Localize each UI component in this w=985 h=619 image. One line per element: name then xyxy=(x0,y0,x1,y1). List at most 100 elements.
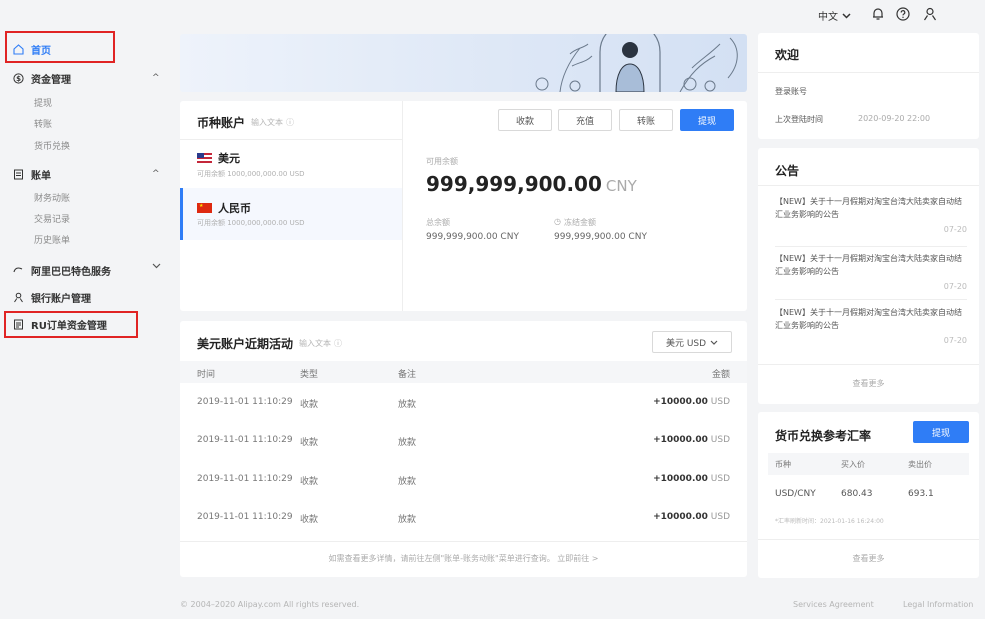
announcement-date: 07-20 xyxy=(943,282,967,291)
account-name: 人民币 xyxy=(218,202,251,215)
footer-copyright: © 2004–2020 Alipay.com All rights reserv… xyxy=(180,600,360,609)
chevron-up-icon[interactable]: ^ xyxy=(152,169,160,179)
sidebar-subitem-transfer[interactable]: 转账 xyxy=(34,117,52,130)
table-row[interactable]: 2019-11-01 11:10:29 收款 放款 +10000.00 USD xyxy=(180,429,747,455)
currency-account-title: 币种账户 xyxy=(197,116,246,130)
frozen-amount-label: 冻结金额 xyxy=(563,218,596,227)
table-row[interactable]: 2019-11-01 11:10:29 收款 放款 +10000.00 USD xyxy=(180,506,747,532)
row-time: 2019-11-01 11:10:29 xyxy=(197,512,293,522)
announcements-more-link[interactable]: 查看更多 xyxy=(758,378,979,389)
row-note: 放款 xyxy=(398,400,417,410)
clock-icon: ◷ xyxy=(554,217,561,226)
sidebar-item-label: 资金管理 xyxy=(31,75,71,86)
footer-legal-link[interactable]: Legal Information xyxy=(903,600,973,609)
sidebar-item-alibaba[interactable]: 阿里巴巴特色服务 xyxy=(12,263,111,278)
welcome-card: 欢迎 登录账号 上次登陆时间 2020-09-20 22:00 xyxy=(758,33,979,139)
user-icon[interactable] xyxy=(921,5,939,23)
announcement-date: 07-20 xyxy=(943,336,967,345)
bell-icon[interactable] xyxy=(869,5,887,23)
withdraw-button[interactable]: 提现 xyxy=(680,109,734,131)
announcements-title: 公告 xyxy=(775,164,800,178)
card-header: 币种账户 输入文本 ⓘ xyxy=(197,114,294,131)
available-currency: CNY xyxy=(605,177,637,195)
announcement-text: 【NEW】关于十一月假期对淘宝台湾大陆卖家自动结汇业务影响的公告 xyxy=(775,197,962,219)
currency-account-card: 币种账户 输入文本 ⓘ 美元 可用余额 1000,000,000.00 USD … xyxy=(180,101,747,311)
announcement-item[interactable]: 【NEW】关于十一月假期对淘宝台湾大陆卖家自动结汇业务影响的公告 07-20 xyxy=(775,195,967,234)
exchange-more-link[interactable]: 查看更多 xyxy=(758,553,979,564)
table-header: 时间 类型 备注 金额 xyxy=(180,361,747,383)
chevron-up-icon[interactable]: ^ xyxy=(152,73,160,83)
exchange-rate-card: 货币兑换参考汇率 提现 币种 买入价 卖出价 USD/CNY 680.43 69… xyxy=(758,412,979,578)
announcement-text: 【NEW】关于十一月假期对淘宝台湾大陆卖家自动结汇业务影响的公告 xyxy=(775,308,962,330)
money-icon: $ xyxy=(12,73,24,85)
row-amount: +10000.00 USD xyxy=(653,474,730,484)
chevron-down-icon xyxy=(710,340,718,345)
document-icon xyxy=(12,319,24,331)
exchange-update-time: *汇率刷新时间：2021-01-16 16:24:00 xyxy=(775,518,884,525)
currency-account-hint: 输入文本 xyxy=(251,118,284,127)
sidebar-subitem-exchange[interactable]: 货币兑换 xyxy=(34,139,70,152)
exchange-sell-rate: 693.1 xyxy=(908,489,934,499)
transfer-button[interactable]: 转账 xyxy=(619,109,673,131)
receive-button[interactable]: 收款 xyxy=(498,109,552,131)
top-up-button[interactable]: 充值 xyxy=(558,109,612,131)
sidebar-subitem-transactions[interactable]: 交易记录 xyxy=(34,212,70,225)
home-icon xyxy=(12,44,24,56)
column-header-currency: 币种 xyxy=(775,460,791,469)
announcement-item[interactable]: 【NEW】关于十一月假期对淘宝台湾大陆卖家自动结汇业务影响的公告 07-20 xyxy=(775,252,967,291)
sidebar-item-label: 银行账户管理 xyxy=(31,294,91,305)
total-balance-label: 总余额 xyxy=(426,218,450,227)
banner-illustration xyxy=(535,34,738,92)
column-header-amount: 金额 xyxy=(711,370,730,380)
row-type: 收款 xyxy=(300,515,319,525)
row-amount: +10000.00 USD xyxy=(653,512,730,522)
available-amount: 999,999,900.00 xyxy=(426,172,602,196)
row-time: 2019-11-01 11:10:29 xyxy=(197,397,293,407)
sidebar-item-bills[interactable]: 账单 xyxy=(12,167,51,182)
bill-icon xyxy=(12,169,24,181)
exchange-withdraw-button[interactable]: 提现 xyxy=(913,421,969,443)
sidebar-item-ru-orders[interactable]: RU订单资金管理 xyxy=(12,317,107,332)
sidebar-subitem-finance-activity[interactable]: 财务动账 xyxy=(34,191,70,204)
sidebar-subitem-history[interactable]: 历史账单 xyxy=(34,233,70,246)
sidebar-subitem-withdraw[interactable]: 提现 xyxy=(34,96,52,109)
svg-text:$: $ xyxy=(16,75,21,83)
announcement-date: 07-20 xyxy=(943,225,967,234)
table-row[interactable]: 2019-11-01 11:10:29 收款 放款 +10000.00 USD xyxy=(180,391,747,417)
activity-card: 美元账户近期活动 输入文本 ⓘ 美元 USD 时间 类型 备注 金额 2019-… xyxy=(180,321,747,577)
activity-footer-link[interactable]: 如需查看更多详情，请前往左侧"账单-账务动账"菜单进行查询。 立即前往 > xyxy=(180,553,747,564)
account-available: 可用余额 1000,000,000.00 USD xyxy=(197,170,305,178)
chevron-down-icon xyxy=(842,12,851,19)
account-name: 美元 xyxy=(218,152,240,165)
account-list-item-usd[interactable]: 美元 可用余额 1000,000,000.00 USD xyxy=(180,140,402,182)
language-selector[interactable]: 中文 xyxy=(818,8,851,23)
row-type: 收款 xyxy=(300,400,319,410)
frozen-amount-value: 999,999,900.00 CNY xyxy=(554,232,647,242)
table-row[interactable]: 2019-11-01 11:10:29 收款 放款 +10000.00 USD xyxy=(180,468,747,494)
announcement-text: 【NEW】关于十一月假期对淘宝台湾大陆卖家自动结汇业务影响的公告 xyxy=(775,254,962,276)
account-list-item-cny[interactable]: ★ 人民币 可用余额 1000,000,000.00 USD xyxy=(180,188,402,240)
sidebar-item-label: 阿里巴巴特色服务 xyxy=(31,267,111,278)
sidebar-item-funds[interactable]: $ 资金管理 xyxy=(12,71,71,86)
sidebar-item-bank[interactable]: 银行账户管理 xyxy=(12,290,91,305)
row-type: 收款 xyxy=(300,438,319,448)
frozen-amount-header: ◷ 冻结金额 xyxy=(554,217,596,228)
row-time: 2019-11-01 11:10:29 xyxy=(197,474,293,484)
row-note: 放款 xyxy=(398,438,417,448)
currency-select[interactable]: 美元 USD xyxy=(652,331,732,353)
us-flag-icon xyxy=(197,153,212,163)
sidebar-item-home[interactable]: 首页 xyxy=(12,42,51,57)
help-icon[interactable] xyxy=(894,5,912,23)
column-header-buy: 买入价 xyxy=(841,460,865,469)
column-header-note: 备注 xyxy=(398,370,417,380)
footer-services-link[interactable]: Services Agreement xyxy=(793,600,874,609)
activity-title: 美元账户近期活动 xyxy=(197,337,294,351)
last-login-label: 上次登陆时间 xyxy=(775,115,823,124)
row-type: 收款 xyxy=(300,477,319,487)
announcement-item[interactable]: 【NEW】关于十一月假期对淘宝台湾大陆卖家自动结汇业务影响的公告 07-20 xyxy=(775,306,967,345)
activity-hint: 输入文本 xyxy=(299,339,332,348)
row-amount: +10000.00 USD xyxy=(653,397,730,407)
user-icon xyxy=(12,292,24,304)
info-icon: ⓘ xyxy=(286,118,295,127)
chevron-down-icon[interactable] xyxy=(152,262,161,272)
